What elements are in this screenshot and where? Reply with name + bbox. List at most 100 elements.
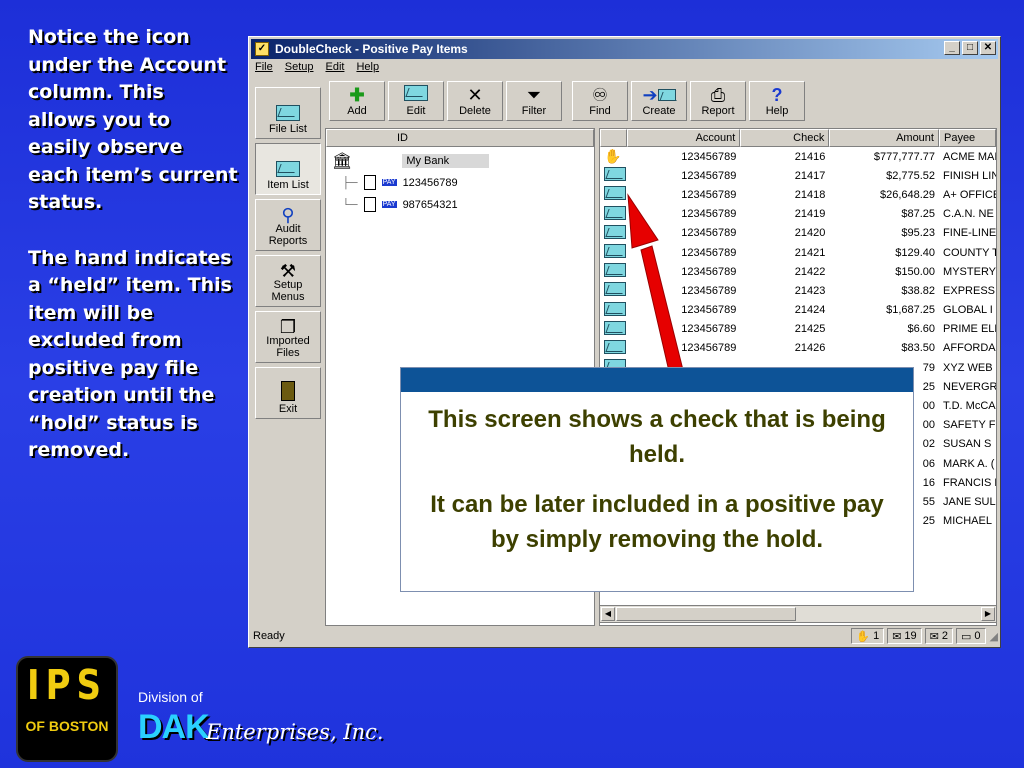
note-paragraph-2: The hand indicates a “held” item. This i… — [28, 246, 232, 462]
column-check[interactable]: Check — [740, 129, 830, 147]
hand-icon: ✋ — [856, 630, 871, 643]
cell-check: 21423 — [794, 284, 826, 297]
table-row[interactable]: 123456789 21425 $6.60 PRIME ELE — [600, 320, 996, 339]
envelope-icon — [600, 282, 627, 299]
door-icon — [281, 381, 295, 401]
scroll-thumb[interactable] — [616, 607, 796, 621]
cell-check: 21422 — [794, 265, 826, 278]
maximize-button[interactable]: □ — [962, 41, 978, 55]
arrow-envelope-icon: ➔ — [642, 85, 676, 105]
cell-account: 123456789 — [681, 227, 737, 240]
column-amount[interactable]: Amount — [829, 129, 939, 147]
envelope-icon — [600, 301, 627, 319]
bank-icon: 🏛 — [332, 153, 353, 170]
help-button[interactable]: ? Help — [749, 81, 805, 121]
menu-help[interactable]: Help — [356, 61, 379, 73]
cell-amount: $83.50 — [901, 342, 936, 355]
cell-account: 123456789 — [681, 265, 737, 278]
resize-grip-icon[interactable]: ◢ — [990, 630, 998, 643]
delete-button[interactable]: ✕ Delete — [447, 81, 503, 121]
cell-account: 123456789 — [681, 188, 737, 201]
logo-boston-text: OF BOSTON — [18, 716, 116, 736]
tree-node-account-1[interactable]: ├─ PAY 123456789 — [342, 175, 458, 190]
menu-edit[interactable]: Edit — [325, 61, 344, 73]
cell-check: 21425 — [794, 323, 826, 336]
status-bar: Ready ✋ 1 ✉ 19 ✉ 2 ▭ 0 ◢ — [251, 627, 998, 645]
cell-check: 21419 — [794, 208, 826, 221]
cell-check: 21426 — [794, 342, 826, 355]
horizontal-scrollbar[interactable]: ◀ ▶ — [599, 605, 997, 623]
funnel-icon: ⏷ — [526, 85, 542, 105]
tree-node-account-2[interactable]: └─ PAY 987654321 — [342, 197, 458, 212]
cell-payee: PRIME ELE — [943, 323, 997, 336]
table-row[interactable]: 123456789 21419 $87.25 C.A.N. NE — [600, 205, 996, 224]
scroll-left-icon[interactable]: ◀ — [601, 607, 615, 621]
envelope-icon — [600, 244, 627, 261]
table-row[interactable]: 123456789 21423 $38.82 EXPRESS — [600, 281, 996, 300]
cell-payee: NEVERGR — [943, 380, 997, 393]
table-row[interactable]: ✋ 123456789 21416 $777,777.77 ACME MAI — [600, 147, 996, 166]
cell-account: 123456789 — [681, 342, 737, 355]
table-row[interactable]: 123456789 21424 $1,687.25 GLOBAL I — [600, 301, 996, 320]
cell-amount: $26,648.29 — [879, 188, 936, 201]
cell-payee: GLOBAL I — [943, 304, 993, 317]
edit-button[interactable]: Edit — [388, 81, 444, 121]
toolbar: ✚ Add Edit ✕ Delete ⏷ Filter ♾ Find ➔ Create … — [329, 81, 805, 121]
document-icon — [363, 175, 376, 190]
cell-payee: MARK A. ( — [943, 457, 995, 470]
find-button[interactable]: ♾ Find — [572, 81, 628, 121]
table-row[interactable]: 123456789 21426 $83.50 AFFORDA — [600, 339, 996, 358]
column-account[interactable]: Account — [626, 129, 741, 147]
cell-amount: $1,687.25 — [886, 304, 936, 317]
nav-item-list[interactable]: Item List — [255, 143, 321, 195]
note-paragraph-1: Notice the icon under the Account column… — [28, 26, 238, 213]
report-button[interactable]: ⎙ Report — [690, 81, 746, 121]
add-button[interactable]: ✚ Add — [329, 81, 385, 121]
table-row[interactable]: 123456789 21417 $2,775.52 FINISH LIN — [600, 166, 996, 185]
instruction-notes: Notice the icon under the Account column… — [28, 24, 238, 465]
filter-button[interactable]: ⏷ Filter — [506, 81, 562, 121]
closed-envelope-icon: ✉ — [929, 630, 939, 643]
nav-exit[interactable]: Exit — [255, 367, 321, 419]
envelope-icon — [600, 224, 627, 242]
cell-amount: $87.25 — [901, 208, 936, 221]
app-check-icon: ✓ — [255, 42, 269, 56]
scroll-right-icon[interactable]: ▶ — [981, 607, 995, 621]
cell-check: 21421 — [794, 246, 826, 259]
table-row[interactable]: 123456789 21422 $150.00 MYSTERY — [600, 262, 996, 281]
cell-payee: ACME MAI — [943, 150, 997, 163]
menu-setup[interactable]: Setup — [285, 61, 314, 73]
nav-setup-menus[interactable]: ⚒ Setup Menus — [255, 255, 321, 307]
cell-amount: $2,775.52 — [886, 169, 936, 182]
open-count-panel: ✉ 19 — [887, 628, 922, 644]
envelope-icon — [404, 85, 428, 105]
cell-check: 21417 — [794, 169, 826, 182]
cell-account: 123456789 — [681, 284, 737, 297]
grid-header: Account Check Amount Payee — [600, 129, 996, 147]
callout-box: This screen shows a check that is being … — [400, 367, 914, 592]
cell-amount: $38.82 — [901, 284, 936, 297]
table-row[interactable]: 123456789 21420 $95.23 FINE-LINE — [600, 224, 996, 243]
column-payee[interactable]: Payee — [938, 129, 996, 147]
menu-file[interactable]: File — [255, 61, 273, 73]
title-bar[interactable]: ✓ DoubleCheck - Positive Pay Items _ □ ✕ — [251, 39, 998, 59]
tree-column-id[interactable]: ID — [326, 129, 594, 147]
cell-payee: T.D. McCA — [943, 400, 996, 413]
cell-account: 123456789 — [681, 304, 737, 317]
nav-audit-reports[interactable]: ⚲ Audit Reports — [255, 199, 321, 251]
cell-payee: SAFETY F — [943, 419, 996, 432]
minimize-button[interactable]: _ — [944, 41, 960, 55]
table-row[interactable]: 123456789 21421 $129.40 COUNTY T — [600, 243, 996, 262]
tree-node-bank[interactable]: 🏛 My Bank — [332, 151, 490, 171]
close-button[interactable]: ✕ — [980, 41, 996, 55]
nav-imported-files[interactable]: ❐ Imported Files — [255, 311, 321, 363]
nav-file-list[interactable]: File List — [255, 87, 321, 139]
binoculars-icon: ♾ — [591, 85, 609, 105]
ips-logo: IPS OF BOSTON — [16, 656, 118, 762]
create-button[interactable]: ➔ Create — [631, 81, 687, 121]
closed-count-panel: ✉ 2 — [924, 628, 953, 644]
magnifier-icon: ⚲ — [281, 205, 295, 225]
envelope-icon — [276, 161, 300, 177]
table-row[interactable]: 123456789 21418 $26,648.29 A+ OFFICE — [600, 185, 996, 204]
cell-amount: $129.40 — [895, 246, 936, 259]
